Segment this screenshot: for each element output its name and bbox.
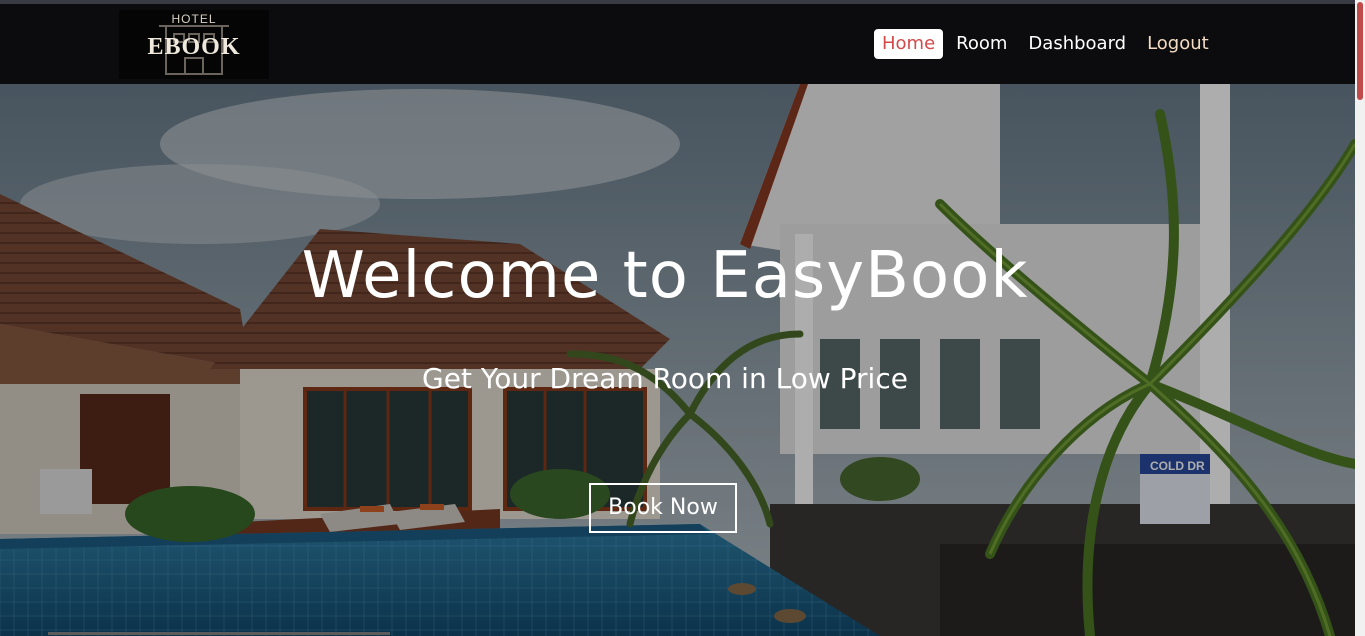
vertical-scrollbar[interactable] <box>1355 0 1365 636</box>
scrollbar-thumb[interactable] <box>1357 2 1363 100</box>
hero-section: COLD DR Welcome to EasyBook Get Your Dre… <box>0 84 1355 636</box>
logo-hotel-text: HOTEL <box>171 12 217 26</box>
nav-home-link[interactable]: Home <box>874 29 944 59</box>
logo-ebook-text: EBOOK <box>147 34 241 60</box>
browser-viewport: HOTEL EBOOK Home Room Dashboard Logout C… <box>0 0 1365 636</box>
nav-room-link[interactable]: Room <box>948 29 1015 59</box>
top-navbar: HOTEL EBOOK Home Room Dashboard Logout <box>0 4 1355 84</box>
hero-dark-overlay <box>0 84 1355 636</box>
nav-logout-link[interactable]: Logout <box>1139 29 1217 59</box>
hotel-logo[interactable]: HOTEL EBOOK <box>119 10 269 79</box>
horizontal-scrollbar-thumb[interactable] <box>48 632 390 635</box>
nav-links: Home Room Dashboard Logout <box>874 29 1222 59</box>
hero-subtitle: Get Your Dream Room in Low Price <box>422 362 908 395</box>
nav-dashboard-link[interactable]: Dashboard <box>1020 29 1134 59</box>
hero-title: Welcome to EasyBook <box>301 239 1029 313</box>
book-now-button[interactable]: Book Now <box>589 483 737 533</box>
